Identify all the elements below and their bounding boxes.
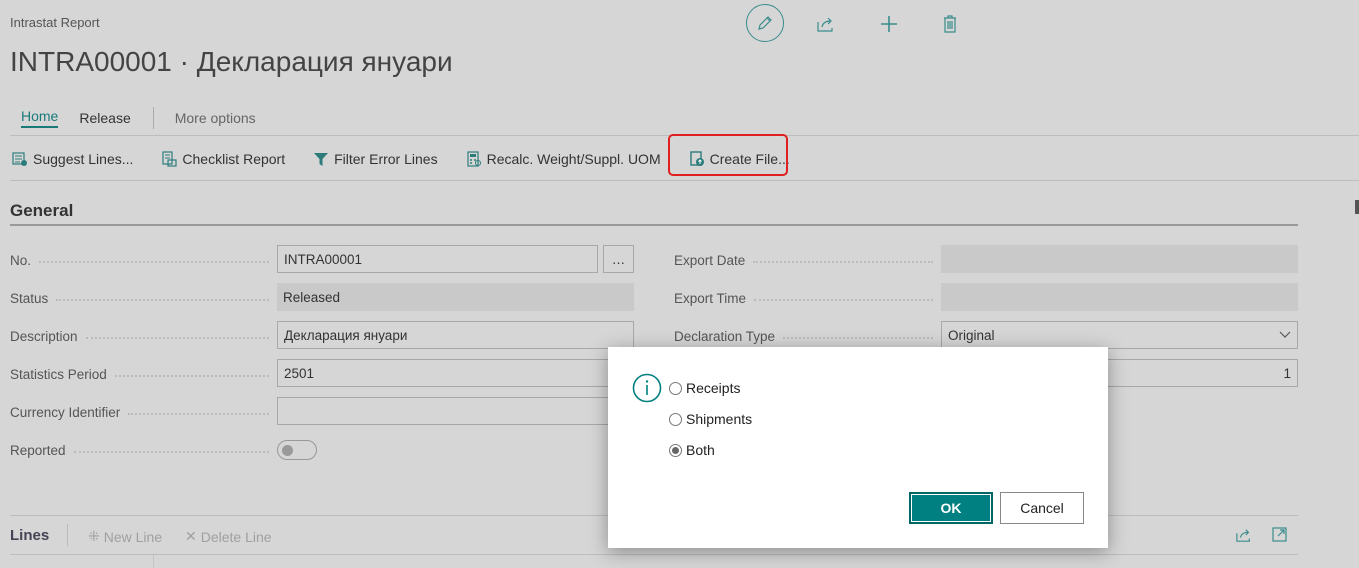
add-icon bbox=[881, 16, 897, 32]
status-field: Released bbox=[277, 283, 634, 311]
ok-button[interactable]: OK bbox=[909, 492, 993, 524]
expand-icon bbox=[1272, 527, 1287, 542]
breadcrumb: Intrastat Report bbox=[10, 15, 100, 30]
checklist-report-button[interactable]: Checklist Report bbox=[161, 151, 285, 167]
scroll-marker bbox=[1355, 200, 1359, 214]
filter-error-lines-button[interactable]: Filter Error Lines bbox=[313, 151, 438, 167]
field-label-statistics-period: Statistics Period bbox=[10, 360, 275, 388]
tab-release[interactable]: Release bbox=[79, 110, 130, 126]
recalc-weight-button[interactable]: Recalc. Weight/Suppl. UOM bbox=[466, 151, 661, 167]
export-time-field bbox=[941, 283, 1298, 311]
tab-more-options[interactable]: More options bbox=[175, 110, 256, 126]
share-button[interactable] bbox=[808, 6, 844, 42]
action-tabs: Home Release More options bbox=[0, 107, 256, 129]
delete-icon bbox=[944, 15, 956, 33]
reported-toggle[interactable] bbox=[277, 440, 317, 460]
suggest-lines-button[interactable]: Suggest Lines... bbox=[12, 151, 133, 167]
export-date-field bbox=[941, 245, 1298, 273]
share-icon bbox=[817, 17, 833, 32]
field-label-reported: Reported bbox=[10, 436, 275, 464]
field-label-export-time: Export Time bbox=[674, 284, 939, 312]
field-label-description: Description bbox=[10, 322, 275, 350]
edit-button[interactable] bbox=[746, 4, 784, 42]
share-icon bbox=[1236, 529, 1250, 542]
share-lines-button[interactable] bbox=[1236, 527, 1252, 546]
radio-icon bbox=[669, 381, 682, 395]
radio-selected-icon bbox=[669, 443, 682, 457]
currency-identifier-field[interactable] bbox=[277, 397, 634, 425]
edit-icon bbox=[758, 16, 772, 30]
radio-both[interactable]: Both bbox=[669, 442, 715, 458]
tab-home[interactable]: Home bbox=[21, 108, 59, 128]
expand-lines-button[interactable] bbox=[1272, 527, 1287, 545]
calculator-icon bbox=[466, 151, 481, 167]
new-line-button[interactable]: ⁜ New Line bbox=[88, 528, 162, 545]
action-label: Recalc. Weight/Suppl. UOM bbox=[486, 151, 661, 167]
section-general[interactable]: General bbox=[10, 201, 73, 221]
action-label: Suggest Lines... bbox=[33, 151, 134, 167]
new-line-icon: ⁜ bbox=[88, 528, 100, 544]
action-label: Checklist Report bbox=[182, 151, 286, 167]
radio-icon bbox=[669, 412, 682, 426]
create-file-dialog: Receipts Shipments Both OK Cancel bbox=[608, 347, 1108, 548]
divider bbox=[10, 180, 1359, 181]
page-title: INTRA00001 · Декларация януари bbox=[10, 46, 453, 77]
divider bbox=[10, 224, 1298, 226]
cancel-button[interactable]: Cancel bbox=[1000, 492, 1084, 524]
no-field[interactable]: INTRA00001 bbox=[277, 245, 598, 273]
field-label-status: Status bbox=[10, 284, 275, 312]
suggest-lines-icon bbox=[12, 152, 27, 166]
field-label-declaration-type: Declaration Type bbox=[674, 322, 939, 350]
lines-title: Lines bbox=[10, 527, 50, 544]
field-label-currency-identifier: Currency Identifier bbox=[10, 398, 275, 426]
add-button[interactable] bbox=[871, 6, 907, 42]
field-label-no: No. bbox=[10, 246, 275, 274]
chevron-down-icon bbox=[1279, 331, 1291, 338]
divider bbox=[67, 524, 68, 546]
divider bbox=[10, 554, 1298, 555]
create-file-highlight bbox=[668, 134, 788, 176]
delete-button[interactable] bbox=[932, 6, 968, 42]
info-icon bbox=[632, 373, 662, 403]
radio-receipts[interactable]: Receipts bbox=[669, 380, 740, 396]
divider bbox=[153, 555, 154, 568]
report-icon bbox=[162, 151, 178, 167]
delete-line-icon: ✕ bbox=[185, 528, 197, 544]
field-label-export-date: Export Date bbox=[674, 246, 939, 274]
declaration-type-select[interactable]: Original bbox=[941, 321, 1298, 349]
filter-icon bbox=[314, 153, 329, 166]
description-field[interactable]: Декларация януари bbox=[277, 321, 634, 349]
action-label: Filter Error Lines bbox=[334, 151, 438, 167]
statistics-period-field[interactable]: 2501 bbox=[277, 359, 634, 387]
assist-edit-button[interactable]: … bbox=[603, 245, 634, 273]
delete-line-button[interactable]: ✕ Delete Line bbox=[185, 528, 272, 545]
divider bbox=[152, 107, 154, 129]
radio-shipments[interactable]: Shipments bbox=[669, 411, 752, 427]
